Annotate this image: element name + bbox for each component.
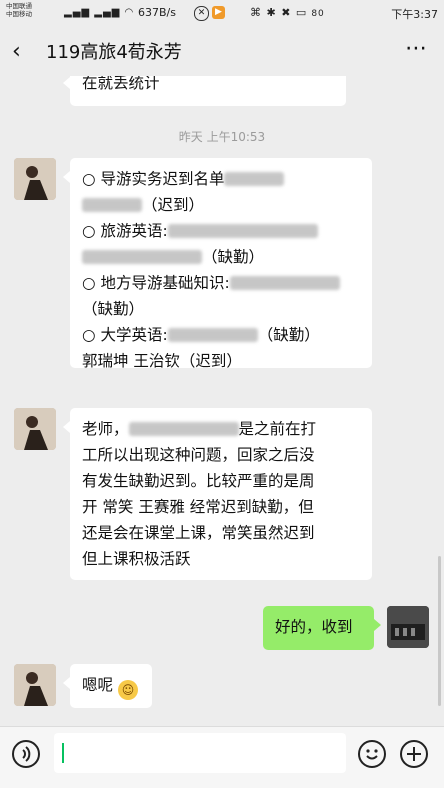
system-icons: ⌘ ✱ ✖ ▭ 80 [250, 6, 325, 19]
message-text: 在就丢统计 [82, 76, 160, 92]
emoji-icon[interactable] [358, 740, 386, 768]
signal-icon: ▂▄▆ ▂▄▆ ◠ [64, 7, 135, 18]
list-text: ○ 旅游英语: [82, 222, 168, 240]
message-input[interactable] [54, 733, 346, 773]
message-line: 工所以出现这种问题，回家之后没 [82, 446, 315, 464]
more-icon[interactable]: ⋯ [405, 36, 428, 61]
blurred-name [128, 422, 239, 436]
my-avatar[interactable] [387, 606, 429, 648]
avatar[interactable] [14, 158, 56, 200]
reply-bubble[interactable]: 老师， 是之前在打 工所以出现这种问题，回家之后没 有发生缺勤迟到。比较严重的是周… [63, 408, 372, 580]
blurred-name [82, 250, 202, 264]
avatar-image [14, 408, 56, 450]
carrier-labels: 中国联通 中国移动 [6, 2, 32, 18]
voice-icon-glyph [22, 746, 31, 762]
list-text: （缺勤） [257, 326, 320, 344]
message-timestamp: 昨天 上午10:53 [178, 130, 266, 144]
input-bar [0, 726, 444, 788]
list-item: ○ 地方导游基础知识: [82, 270, 360, 296]
status-bar: 中国联通 中国移动 ▂▄▆ ▂▄▆ ◠ 637B/s ✕ ▶ ⌘ ✱ ✖ ▭ 80… [0, 0, 444, 28]
notification-icon: ✕ [194, 6, 209, 21]
text-caret [62, 743, 64, 763]
blurred-name [167, 328, 258, 342]
scrollbar[interactable] [438, 556, 441, 706]
list-text: （缺勤） [82, 300, 145, 318]
message-text: 是之前在打 [238, 420, 317, 438]
list-item: ○ 大学英语: （缺勤） [82, 322, 360, 348]
list-item: ○ 导游实务迟到名单 [82, 166, 360, 192]
list-item: （迟到） [82, 192, 360, 218]
grin-emoji-icon: ☺ [117, 680, 138, 700]
message-line: 但上课积极活跃 [82, 550, 191, 568]
blurred-name [82, 198, 142, 212]
list-item: （缺勤） [82, 244, 360, 270]
list-text: ○ 大学英语: [82, 326, 168, 344]
message-line: 老师， 是之前在打 [82, 416, 360, 442]
message-text: 好的，收到 [275, 618, 353, 636]
chat-title: 119高旅4荀永芳 [46, 42, 182, 63]
message-bubble-partial[interactable]: 在就丢统计 [63, 76, 346, 106]
message-list[interactable]: 在就丢统计 昨天 上午10:53 ○ 导游实务迟到名单 （迟到） ○ 旅游英语:… [0, 76, 444, 726]
chat-header: ‹ 119高旅4荀永芳 ⋯ [0, 28, 444, 76]
blurred-name [229, 276, 340, 290]
voice-icon[interactable] [12, 740, 40, 768]
list-text: ○ 导游实务迟到名单 [82, 170, 225, 188]
blurred-name [224, 172, 285, 186]
my-message-bubble[interactable]: 好的，收到 [263, 606, 381, 650]
message-line: 嗯呢 ☺ [82, 672, 140, 700]
carrier-1: 中国联通 [6, 2, 32, 10]
plus-icon-glyph [407, 747, 421, 761]
battery-level: 80 [311, 9, 325, 19]
message-line: 开 常笑 王赛雅 经常迟到缺勤，但 [82, 498, 314, 516]
list-item: （缺勤） [82, 296, 360, 322]
last-message-bubble[interactable]: 嗯呢 ☺ [63, 664, 152, 708]
list-text: （迟到） [142, 196, 205, 214]
net-speed: 637B/s [138, 6, 176, 19]
my-avatar-image [387, 606, 429, 648]
list-text: （缺勤） [202, 248, 265, 266]
message-text: 嗯呢 [82, 676, 114, 694]
blurred-name [167, 224, 318, 238]
emoji-icon-glyph [366, 749, 378, 760]
message-line: 有发生缺勤迟到。比较严重的是周 [82, 472, 315, 490]
carrier-2: 中国移动 [6, 10, 32, 18]
message-line: 还是会在课堂上课，常笑虽然迟到 [82, 524, 315, 542]
avatar-image [14, 664, 56, 706]
list-item: ○ 旅游英语: [82, 218, 360, 244]
app-notification-icon: ▶ [212, 6, 225, 19]
list-text: ○ 地方导游基础知识: [82, 274, 230, 292]
avatar-image [14, 158, 56, 200]
avatar[interactable] [14, 408, 56, 450]
back-arrow-icon[interactable]: ‹ [12, 38, 21, 66]
message-text: 老师， [82, 420, 129, 438]
clock: 下午3:37 [391, 8, 438, 21]
plus-icon[interactable] [400, 740, 428, 768]
avatar[interactable] [14, 664, 56, 706]
absence-list-bubble[interactable]: ○ 导游实务迟到名单 （迟到） ○ 旅游英语: （缺勤） ○ 地方导游基础知识:… [63, 158, 372, 370]
list-item: 郭瑞坤 王治钦（迟到） [82, 352, 242, 370]
